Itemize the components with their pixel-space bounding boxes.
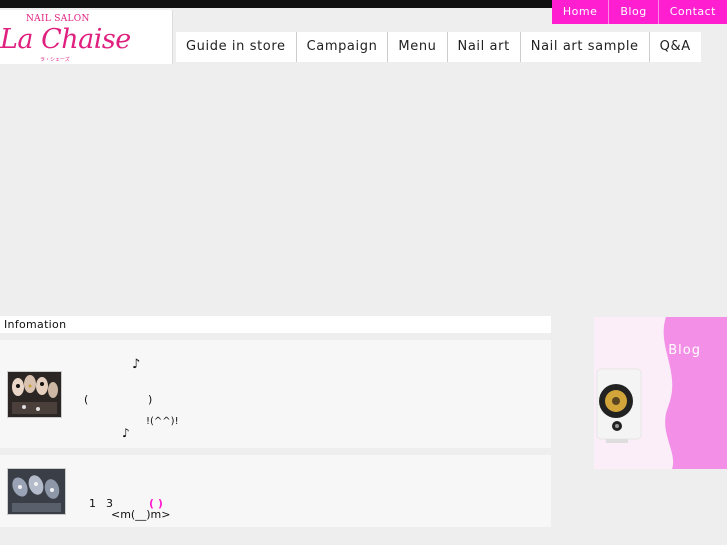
main-nav-nail-art[interactable]: Nail art <box>448 32 521 62</box>
entry-text: ♪ <box>132 357 141 372</box>
blog-banner-image <box>594 317 727 469</box>
nail-photo-thumbnail[interactable] <box>7 371 62 418</box>
nail-photo-thumbnail[interactable] <box>7 468 66 515</box>
info-entry[interactable]: 1 3 ( ) <m(__)m> <box>0 455 551 527</box>
top-nav-contact[interactable]: Contact <box>657 0 727 24</box>
entry-text: <m(__)m> <box>111 508 171 521</box>
entry-text: 1 <box>89 497 96 510</box>
main-nav-menu[interactable]: Menu <box>388 32 448 62</box>
main-nav-guide[interactable]: Guide in store <box>176 32 297 62</box>
main-nav: Guide in store Campaign Menu Nail art Na… <box>176 32 701 62</box>
entry-text: ♪ <box>122 426 130 440</box>
blog-banner-label: Blog <box>668 343 701 358</box>
information-title: Infomation <box>4 318 67 331</box>
entry-text: ) <box>148 393 153 406</box>
entry-text: ( <box>84 393 89 406</box>
nail-photo-image <box>8 372 61 417</box>
top-nav-blog[interactable]: Blog <box>608 0 657 24</box>
blog-banner[interactable]: Blog <box>594 317 727 469</box>
top-nav-home[interactable]: Home <box>552 0 608 24</box>
logo-subtitle: NAIL SALON <box>26 14 90 24</box>
main-nav-nail-art-sample[interactable]: Nail art sample <box>521 32 650 62</box>
nail-photo-image <box>8 469 65 514</box>
site-logo[interactable]: NAIL SALON La Chaise ラ・シェーズ <box>0 10 173 64</box>
top-nav: Home Blog Contact <box>551 0 727 24</box>
entry-text: !(^^)! <box>146 416 179 427</box>
main-nav-campaign[interactable]: Campaign <box>297 32 389 62</box>
logo-title: La Chaise <box>0 24 131 55</box>
main-nav-qa[interactable]: Q&A <box>650 32 701 62</box>
info-entry[interactable]: ♪ ( ) !(^^)! ♪ <box>0 340 551 448</box>
information-header: Infomation <box>0 316 551 333</box>
logo-kana: ラ・シェーズ <box>40 57 70 63</box>
